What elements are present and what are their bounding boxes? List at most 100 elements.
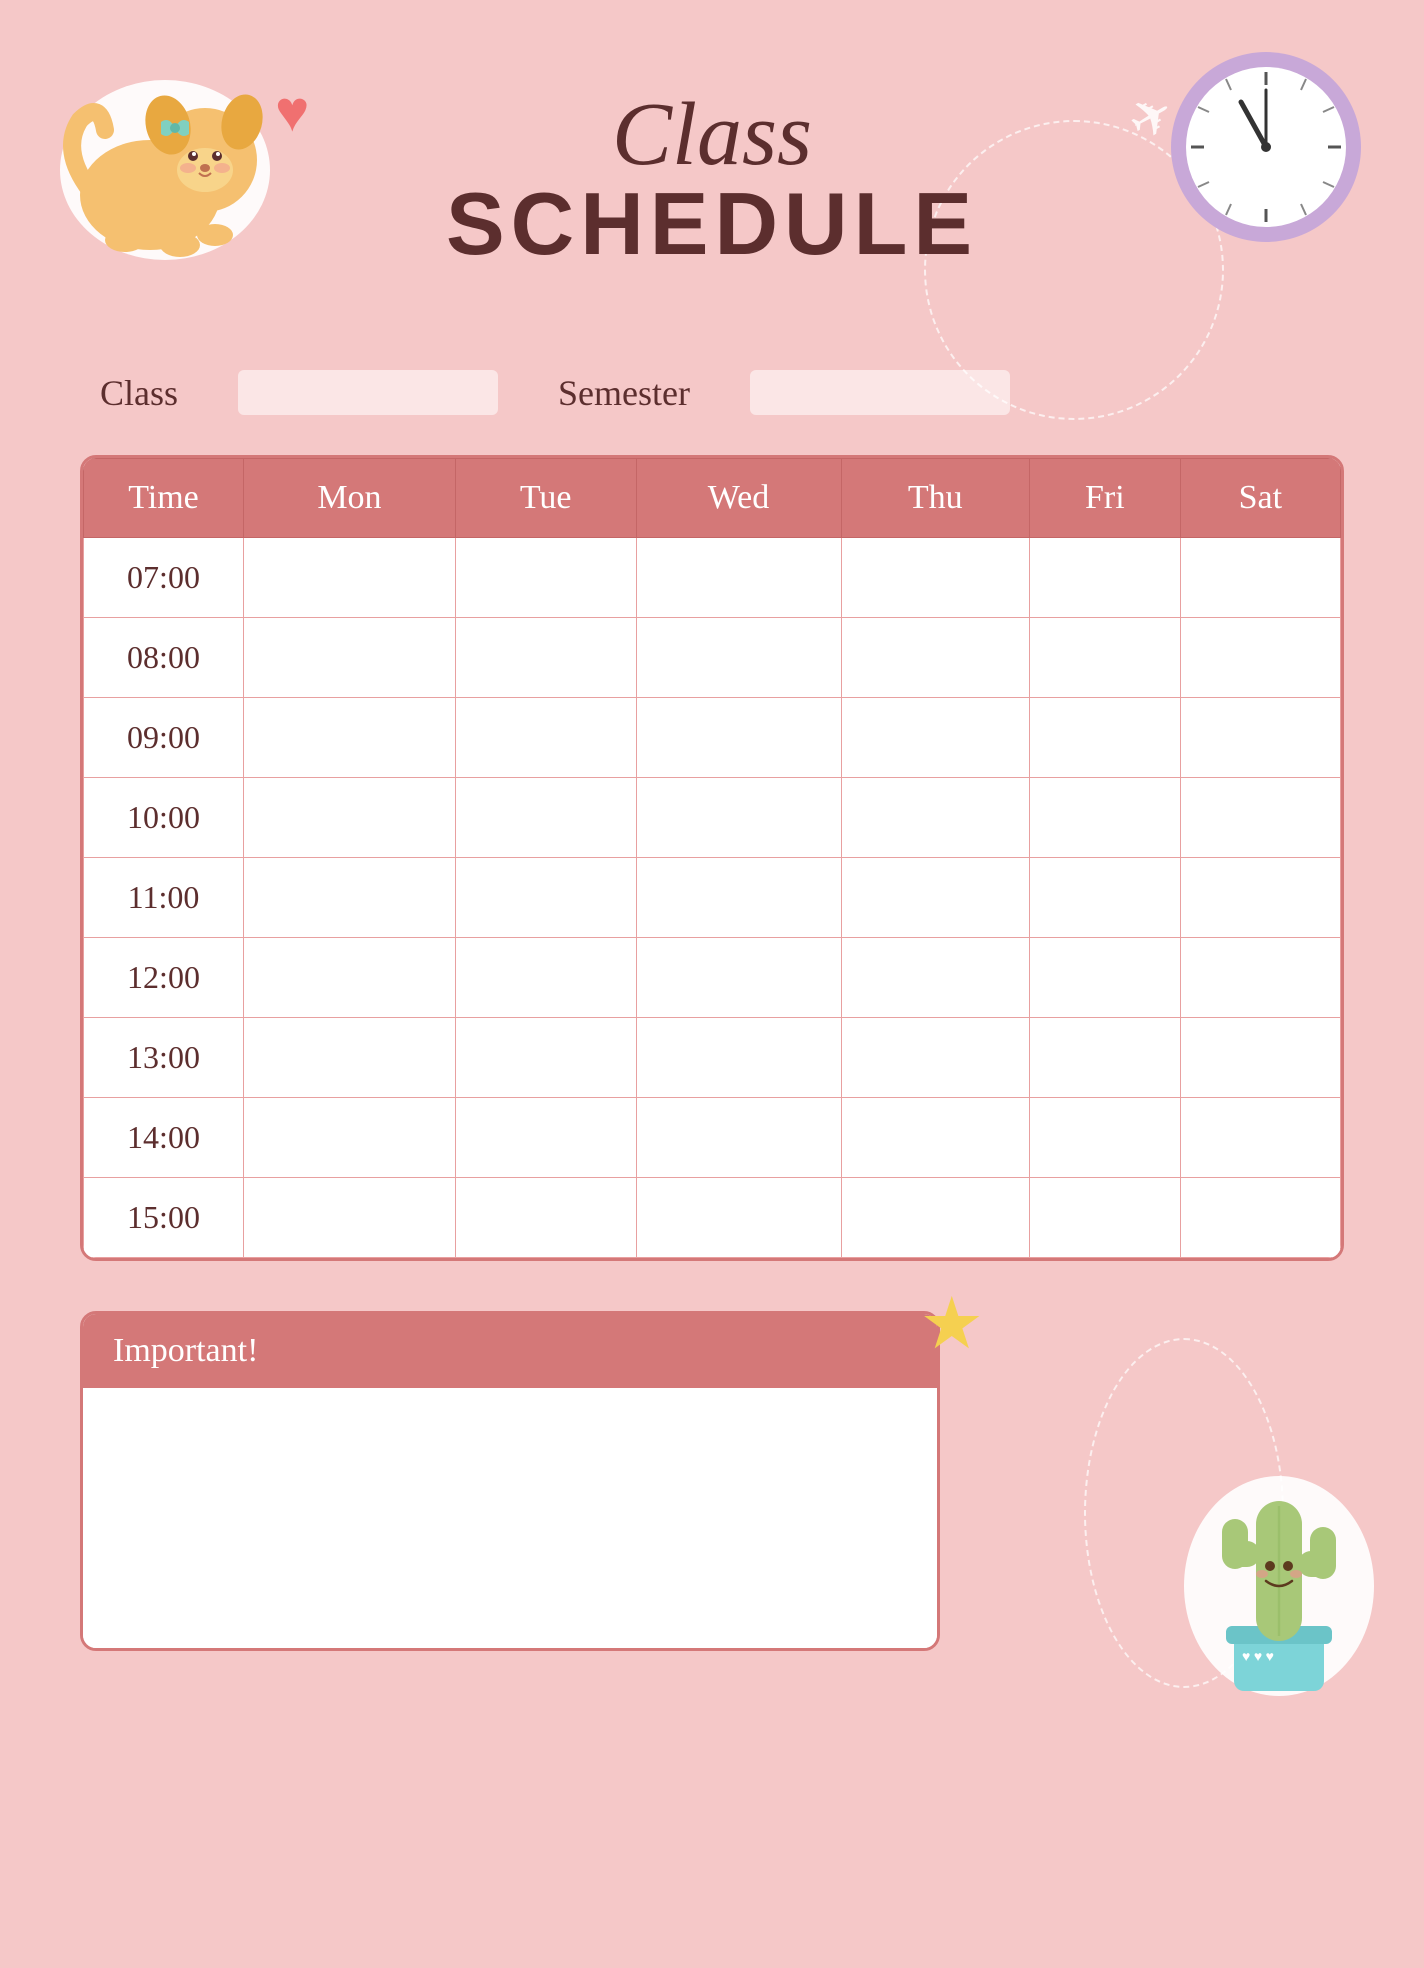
col-fri: Fri — [1029, 459, 1180, 538]
schedule-cell[interactable] — [1180, 618, 1340, 698]
col-thu: Thu — [841, 459, 1029, 538]
schedule-cell[interactable] — [1180, 1018, 1340, 1098]
schedule-cell[interactable] — [1180, 938, 1340, 1018]
col-wed: Wed — [636, 459, 841, 538]
time-cell: 14:00 — [84, 1098, 244, 1178]
schedule-cell[interactable] — [455, 1018, 636, 1098]
schedule-cell[interactable] — [1180, 778, 1340, 858]
schedule-cell[interactable] — [244, 1018, 456, 1098]
schedule-cell[interactable] — [1029, 858, 1180, 938]
schedule-cell[interactable] — [841, 1018, 1029, 1098]
table-row: 15:00 — [84, 1178, 1341, 1258]
schedule-cell[interactable] — [455, 698, 636, 778]
schedule-cell[interactable] — [1029, 778, 1180, 858]
svg-text:♥ ♥ ♥: ♥ ♥ ♥ — [1242, 1650, 1274, 1665]
schedule-cell[interactable] — [455, 858, 636, 938]
schedule-cell[interactable] — [244, 618, 456, 698]
time-cell: 07:00 — [84, 538, 244, 618]
col-sat: Sat — [1180, 459, 1340, 538]
schedule-cell[interactable] — [1029, 1098, 1180, 1178]
schedule-cell[interactable] — [1180, 1178, 1340, 1258]
class-input[interactable] — [238, 370, 498, 415]
clock-sticker — [1169, 50, 1364, 250]
table-row: 11:00 — [84, 858, 1341, 938]
page: ♥ Class SCHEDULE ✈ — [0, 0, 1424, 1968]
schedule-cell[interactable] — [455, 538, 636, 618]
schedule-cell[interactable] — [1029, 618, 1180, 698]
schedule-cell[interactable] — [244, 698, 456, 778]
schedule-cell[interactable] — [1029, 1178, 1180, 1258]
info-row: Class Semester — [80, 370, 1344, 415]
table-row: 07:00 — [84, 538, 1341, 618]
header-title: Class SCHEDULE — [446, 90, 978, 268]
schedule-cell[interactable] — [636, 1178, 841, 1258]
schedule-cell[interactable] — [455, 1178, 636, 1258]
schedule-table: Time Mon Tue Wed Thu Fri Sat 07:0008:000… — [83, 458, 1341, 1258]
schedule-cell[interactable] — [455, 938, 636, 1018]
schedule-cell[interactable] — [455, 1098, 636, 1178]
schedule-cell[interactable] — [841, 778, 1029, 858]
table-header-row: Time Mon Tue Wed Thu Fri Sat — [84, 459, 1341, 538]
schedule-cell[interactable] — [244, 1178, 456, 1258]
important-header: Important! — [83, 1314, 937, 1388]
schedule-cell[interactable] — [244, 778, 456, 858]
title-schedule: SCHEDULE — [446, 180, 978, 268]
col-time: Time — [84, 459, 244, 538]
schedule-cell[interactable] — [244, 1098, 456, 1178]
schedule-table-container: Time Mon Tue Wed Thu Fri Sat 07:0008:000… — [80, 455, 1344, 1261]
schedule-cell[interactable] — [1029, 698, 1180, 778]
schedule-cell[interactable] — [636, 538, 841, 618]
schedule-cell[interactable] — [841, 618, 1029, 698]
table-row: 12:00 — [84, 938, 1341, 1018]
schedule-cell[interactable] — [841, 698, 1029, 778]
time-cell: 13:00 — [84, 1018, 244, 1098]
dog-sticker — [50, 40, 280, 275]
schedule-cell[interactable] — [1180, 698, 1340, 778]
heart-sticker: ♥ — [275, 78, 309, 145]
schedule-cell[interactable] — [1180, 858, 1340, 938]
bottom-section: Important! ★ ♥ ♥ ♥ — [80, 1311, 1344, 1651]
semester-input[interactable] — [750, 370, 1010, 415]
important-container: Important! — [80, 1311, 940, 1651]
schedule-cell[interactable] — [1029, 538, 1180, 618]
table-row: 08:00 — [84, 618, 1341, 698]
schedule-cell[interactable] — [455, 778, 636, 858]
time-cell: 08:00 — [84, 618, 244, 698]
table-row: 09:00 — [84, 698, 1341, 778]
schedule-cell[interactable] — [1029, 938, 1180, 1018]
table-row: 13:00 — [84, 1018, 1341, 1098]
schedule-cell[interactable] — [636, 1018, 841, 1098]
important-body[interactable] — [83, 1388, 937, 1648]
schedule-cell[interactable] — [636, 858, 841, 938]
schedule-cell[interactable] — [636, 1098, 841, 1178]
star-sticker: ★ — [920, 1281, 985, 1366]
cactus-sticker: ♥ ♥ ♥ — [1174, 1411, 1384, 1711]
schedule-cell[interactable] — [841, 1098, 1029, 1178]
schedule-cell[interactable] — [841, 858, 1029, 938]
schedule-cell[interactable] — [841, 1178, 1029, 1258]
schedule-cell[interactable] — [636, 938, 841, 1018]
schedule-cell[interactable] — [636, 698, 841, 778]
schedule-cell[interactable] — [636, 778, 841, 858]
schedule-cell[interactable] — [244, 538, 456, 618]
schedule-cell[interactable] — [1180, 1098, 1340, 1178]
table-row: 14:00 — [84, 1098, 1341, 1178]
schedule-cell[interactable] — [1029, 1018, 1180, 1098]
title-class: Class — [446, 90, 978, 180]
schedule-cell[interactable] — [244, 938, 456, 1018]
semester-label: Semester — [558, 372, 690, 414]
schedule-cell[interactable] — [455, 618, 636, 698]
schedule-cell[interactable] — [636, 618, 841, 698]
time-cell: 10:00 — [84, 778, 244, 858]
schedule-cell[interactable] — [841, 538, 1029, 618]
schedule-cell[interactable] — [841, 938, 1029, 1018]
time-cell: 15:00 — [84, 1178, 244, 1258]
time-cell: 09:00 — [84, 698, 244, 778]
time-cell: 11:00 — [84, 858, 244, 938]
schedule-cell[interactable] — [244, 858, 456, 938]
col-mon: Mon — [244, 459, 456, 538]
time-cell: 12:00 — [84, 938, 244, 1018]
schedule-cell[interactable] — [1180, 538, 1340, 618]
header: ♥ Class SCHEDULE ✈ — [80, 60, 1344, 320]
table-row: 10:00 — [84, 778, 1341, 858]
